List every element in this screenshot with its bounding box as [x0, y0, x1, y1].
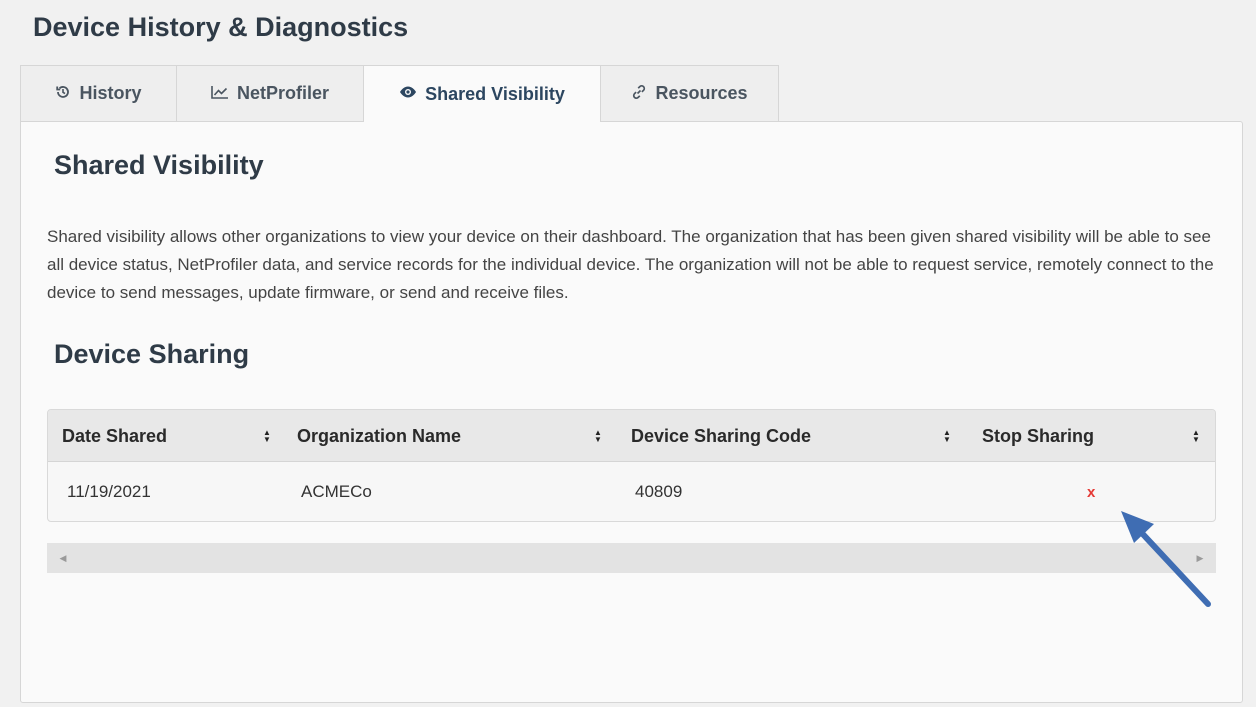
tab-shared-visibility[interactable]: Shared Visibility	[364, 65, 601, 122]
tab-label: Shared Visibility	[425, 83, 565, 104]
eye-icon	[399, 85, 417, 103]
pointer-arrow-icon	[1121, 511, 1211, 607]
